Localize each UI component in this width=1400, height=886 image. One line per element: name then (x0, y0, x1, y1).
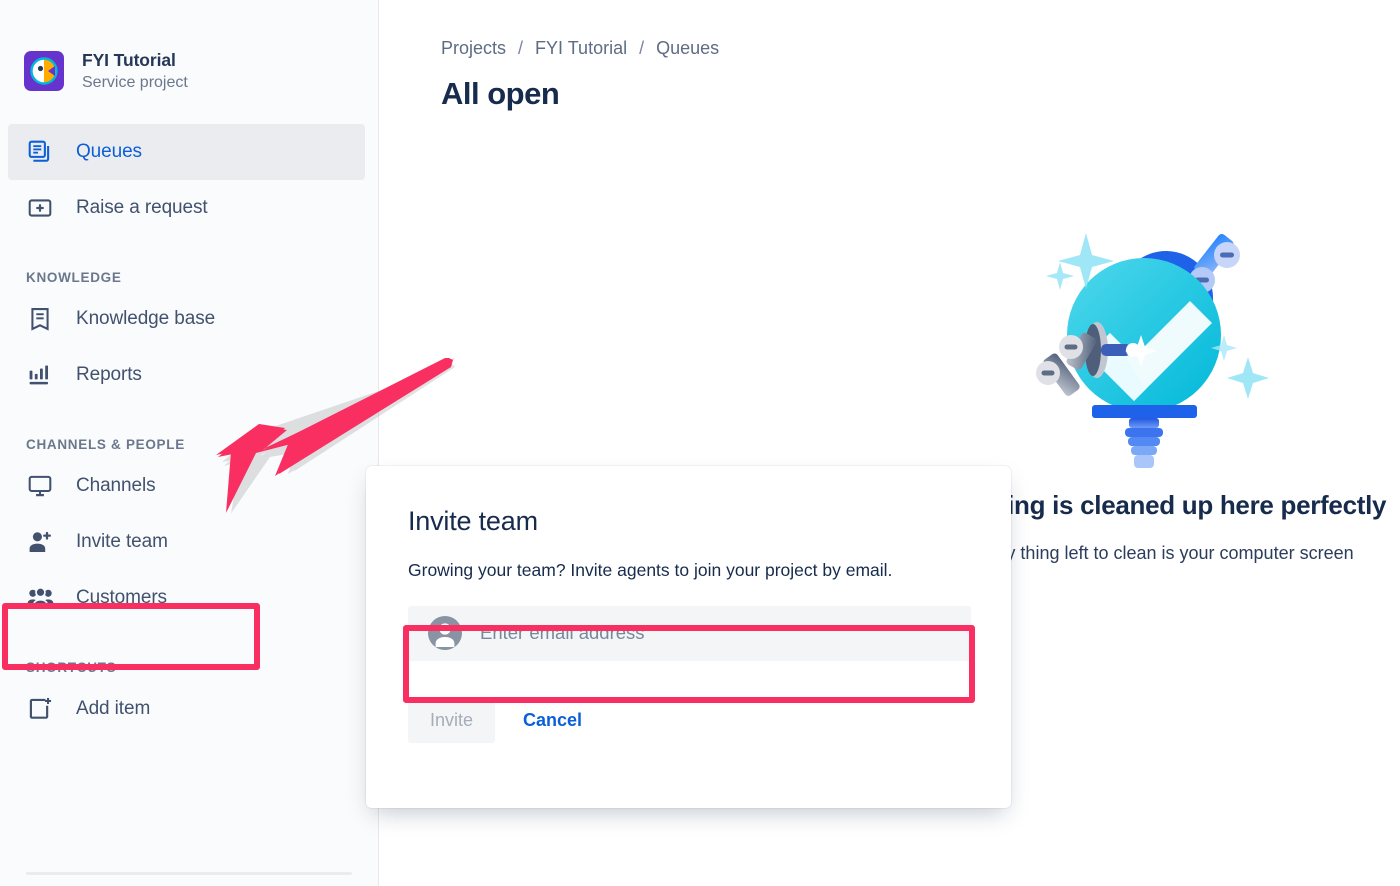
sidebar-item-label: Knowledge base (76, 308, 216, 329)
invite-team-dialog: Invite team Growing your team? Invite ag… (366, 466, 1011, 808)
section-label-shortcuts: SHORTCUTS (26, 660, 117, 675)
sidebar-item-label: Add item (76, 698, 151, 719)
project-header[interactable]: FYI Tutorial Service project (0, 46, 378, 96)
sidebar-item-knowledge-base[interactable]: Knowledge base (8, 291, 365, 347)
cancel-button[interactable]: Cancel (523, 710, 582, 731)
sidebar-item-add-item[interactable]: Add item (8, 681, 365, 737)
sidebar-item-label: Invite team (76, 531, 168, 552)
raise-request-icon (26, 194, 54, 222)
breadcrumb-separator: / (639, 38, 645, 58)
page-title: All open (441, 76, 560, 111)
sidebar-item-label: Raise a request (76, 197, 208, 218)
sidebar-item-queues[interactable]: Queues (8, 124, 365, 180)
sidebar-item-label: Customers (76, 587, 167, 608)
queues-icon (26, 138, 54, 166)
channels-icon (26, 472, 54, 500)
sidebar-item-reports[interactable]: Reports (8, 347, 365, 403)
add-item-icon (26, 695, 54, 723)
sidebar-item-raise-a-request[interactable]: Raise a request (8, 180, 365, 236)
robot-polishing-checkmark-illustration-icon (1036, 233, 1269, 468)
project-name: FYI Tutorial (82, 49, 176, 70)
invite-team-icon (26, 528, 54, 556)
customers-icon (26, 584, 54, 612)
sidebar-divider (26, 872, 352, 875)
sidebar-item-customers[interactable]: Customers (8, 570, 365, 626)
sidebar-item-label: Channels (76, 475, 156, 496)
section-label-channels-people: CHANNELS & PEOPLE (26, 437, 185, 452)
person-avatar-icon (428, 616, 462, 651)
nav-group-knowledge: Knowledge base Reports (0, 291, 378, 403)
project-avatar-logo-icon (30, 57, 58, 85)
sidebar-item-invite-team[interactable]: Invite team (8, 514, 365, 570)
breadcrumb: Projects / FYI Tutorial / Queues (441, 38, 719, 59)
sidebar-item-label: Queues (76, 141, 142, 162)
email-input-placeholder: Enter email address (480, 622, 645, 644)
breadcrumb-separator: / (518, 38, 524, 58)
reports-icon (26, 361, 54, 389)
jira-service-desk-screen: FYI Tutorial Service project Queues Rais… (0, 0, 1400, 886)
breadcrumb-item-projects[interactable]: Projects (441, 38, 506, 59)
sidebar-item-channels[interactable]: Channels (8, 458, 365, 514)
breadcrumb-item-fyi-tutorial[interactable]: FYI Tutorial (535, 38, 627, 59)
nav-group-channels-people: Channels Invite team Customers (0, 458, 378, 626)
dialog-actions: Invite Cancel (408, 698, 971, 743)
invite-button[interactable]: Invite (408, 698, 496, 743)
project-avatar (24, 51, 64, 91)
dialog-title: Invite team (408, 506, 538, 536)
knowledge-base-icon (26, 305, 54, 333)
project-type: Service project (82, 73, 188, 91)
section-label-knowledge: KNOWLEDGE (26, 270, 122, 285)
sidebar-item-label: Reports (76, 364, 142, 385)
project-meta: FYI Tutorial Service project (82, 50, 188, 93)
sidebar: FYI Tutorial Service project Queues Rais… (0, 0, 379, 886)
breadcrumb-item-queues[interactable]: Queues (656, 38, 719, 59)
email-input[interactable]: Enter email address (408, 605, 971, 661)
dialog-description: Growing your team? Invite agents to join… (408, 560, 893, 580)
nav-group-shortcuts: Add item (0, 681, 378, 737)
primary-nav: Queues Raise a request (0, 124, 378, 236)
